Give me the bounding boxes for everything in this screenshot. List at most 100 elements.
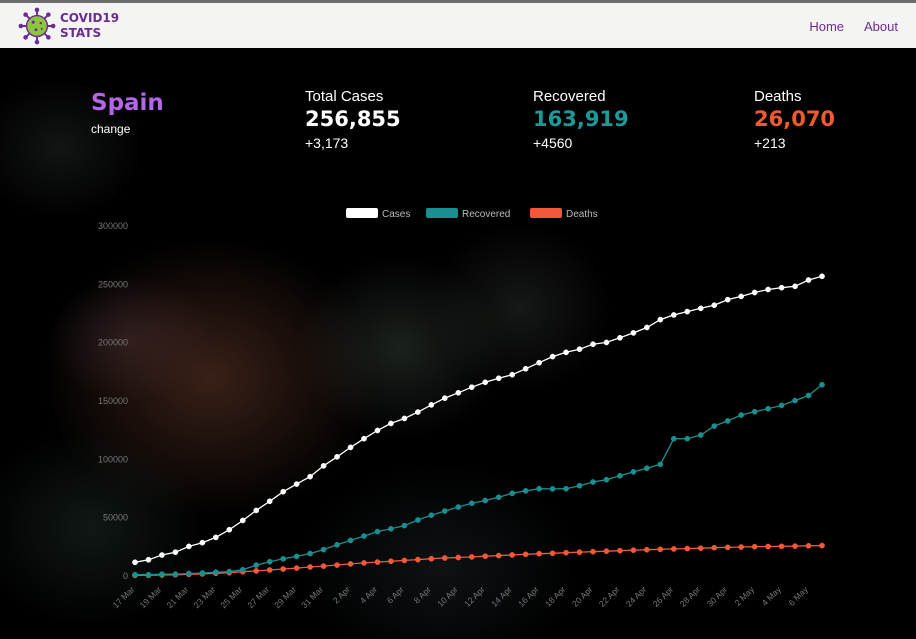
x-tick-label: 8 Apr [412, 584, 433, 605]
data-point-recovered [159, 571, 165, 577]
data-point-recovered [468, 500, 475, 507]
data-point-recovered [724, 418, 731, 424]
data-point-cases [765, 286, 771, 293]
data-point-cases [724, 296, 731, 303]
data-point-deaths [792, 543, 798, 549]
data-point-recovered [132, 571, 138, 578]
data-point-cases [670, 312, 677, 318]
data-point-deaths [590, 548, 596, 555]
x-tick-label: 17 Mar [111, 584, 137, 610]
data-point-recovered [145, 571, 152, 578]
x-tick-label: 12 Apr [462, 584, 487, 609]
data-point-cases [468, 384, 475, 391]
x-tick-label: 20 Apr [570, 584, 595, 609]
data-point-cases [792, 283, 798, 290]
data-point-cases [819, 273, 825, 280]
legend-label-deaths: Deaths [566, 209, 598, 220]
data-point-cases [509, 371, 516, 378]
data-point-recovered [563, 485, 569, 492]
x-tick-label: 19 Mar [138, 584, 164, 610]
x-tick-label: 31 Mar [299, 584, 325, 610]
y-tick-label: 200000 [98, 338, 128, 348]
data-point-cases [455, 389, 462, 396]
legend-label-recovered: Recovered [462, 209, 510, 220]
data-point-recovered [347, 537, 354, 544]
data-point-cases [307, 473, 313, 480]
data-point-cases [630, 330, 637, 336]
data-point-deaths [738, 544, 745, 550]
x-tick-label: 2 Apr [331, 584, 352, 605]
data-point-cases [805, 277, 812, 283]
data-point-cases [441, 395, 448, 401]
data-point-cases [159, 552, 165, 558]
data-point-recovered [388, 525, 394, 532]
data-point-cases [145, 556, 152, 563]
data-point-recovered [819, 381, 825, 388]
data-point-cases [644, 324, 650, 331]
data-point-cases [697, 305, 704, 312]
data-point-cases [361, 435, 367, 442]
data-point-recovered [765, 405, 771, 412]
virus-icon[interactable] [18, 7, 56, 45]
data-point-recovered [711, 423, 718, 429]
dashboard-main: Spain change Total Cases 256,855 +3,173 … [0, 48, 916, 639]
data-point-cases [239, 517, 246, 524]
data-point-deaths [320, 563, 327, 569]
data-point-recovered [199, 570, 206, 576]
data-point-deaths [670, 546, 677, 552]
data-point-cases [320, 462, 327, 469]
data-point-cases [186, 543, 192, 550]
data-point-cases [778, 284, 785, 291]
data-point-cases [266, 498, 273, 505]
x-tick-label: 28 Apr [678, 584, 703, 609]
data-point-deaths [657, 546, 664, 553]
data-point-cases [347, 444, 354, 451]
data-point-deaths [495, 552, 502, 559]
data-point-deaths [307, 564, 313, 570]
data-point-recovered [697, 432, 704, 438]
nav-home-link[interactable]: Home [809, 19, 844, 34]
data-point-cases [415, 409, 421, 415]
series-line-cases [134, 275, 823, 563]
legend-swatch-recovered [426, 208, 458, 218]
data-point-cases [132, 559, 138, 566]
data-point-deaths [576, 549, 583, 555]
x-tick-label: 6 Apr [385, 584, 406, 605]
data-point-cases [549, 353, 556, 360]
x-tick-label: 18 Apr [543, 584, 568, 609]
data-point-deaths [603, 548, 610, 555]
data-point-deaths [805, 542, 812, 549]
x-tick-label: 4 May [760, 584, 784, 608]
data-point-recovered [670, 435, 677, 442]
top-navbar: COVID19 STATS Home About [0, 0, 916, 48]
data-point-deaths [266, 567, 273, 573]
data-point-recovered [212, 569, 219, 575]
data-point-recovered [590, 479, 596, 485]
data-point-recovered [253, 562, 260, 568]
data-point-recovered [751, 408, 758, 415]
x-tick-label: 27 Mar [245, 584, 271, 610]
data-point-recovered [266, 558, 273, 565]
x-tick-label: 10 Apr [435, 584, 460, 609]
data-point-cases [482, 379, 489, 386]
data-point-recovered [603, 476, 610, 483]
data-point-cases [374, 427, 381, 434]
data-point-recovered [805, 392, 812, 399]
data-point-recovered [549, 486, 556, 492]
y-tick-label: 100000 [98, 454, 128, 464]
x-tick-label: 26 Apr [651, 584, 676, 609]
data-point-recovered [172, 571, 179, 577]
x-tick-label: 23 Mar [191, 584, 217, 610]
data-point-cases [522, 365, 529, 372]
data-point-recovered [792, 397, 798, 404]
data-point-deaths [697, 545, 704, 552]
data-point-cases [751, 289, 758, 296]
data-point-recovered [617, 472, 623, 479]
data-point-cases [428, 402, 435, 408]
x-tick-label: 4 Apr [358, 584, 379, 605]
x-tick-label: 22 Apr [597, 584, 622, 609]
brand-logo-text[interactable]: COVID19 STATS [60, 11, 119, 41]
nav-about-link[interactable]: About [864, 19, 898, 34]
data-point-recovered [684, 435, 691, 442]
data-point-recovered [334, 541, 340, 548]
